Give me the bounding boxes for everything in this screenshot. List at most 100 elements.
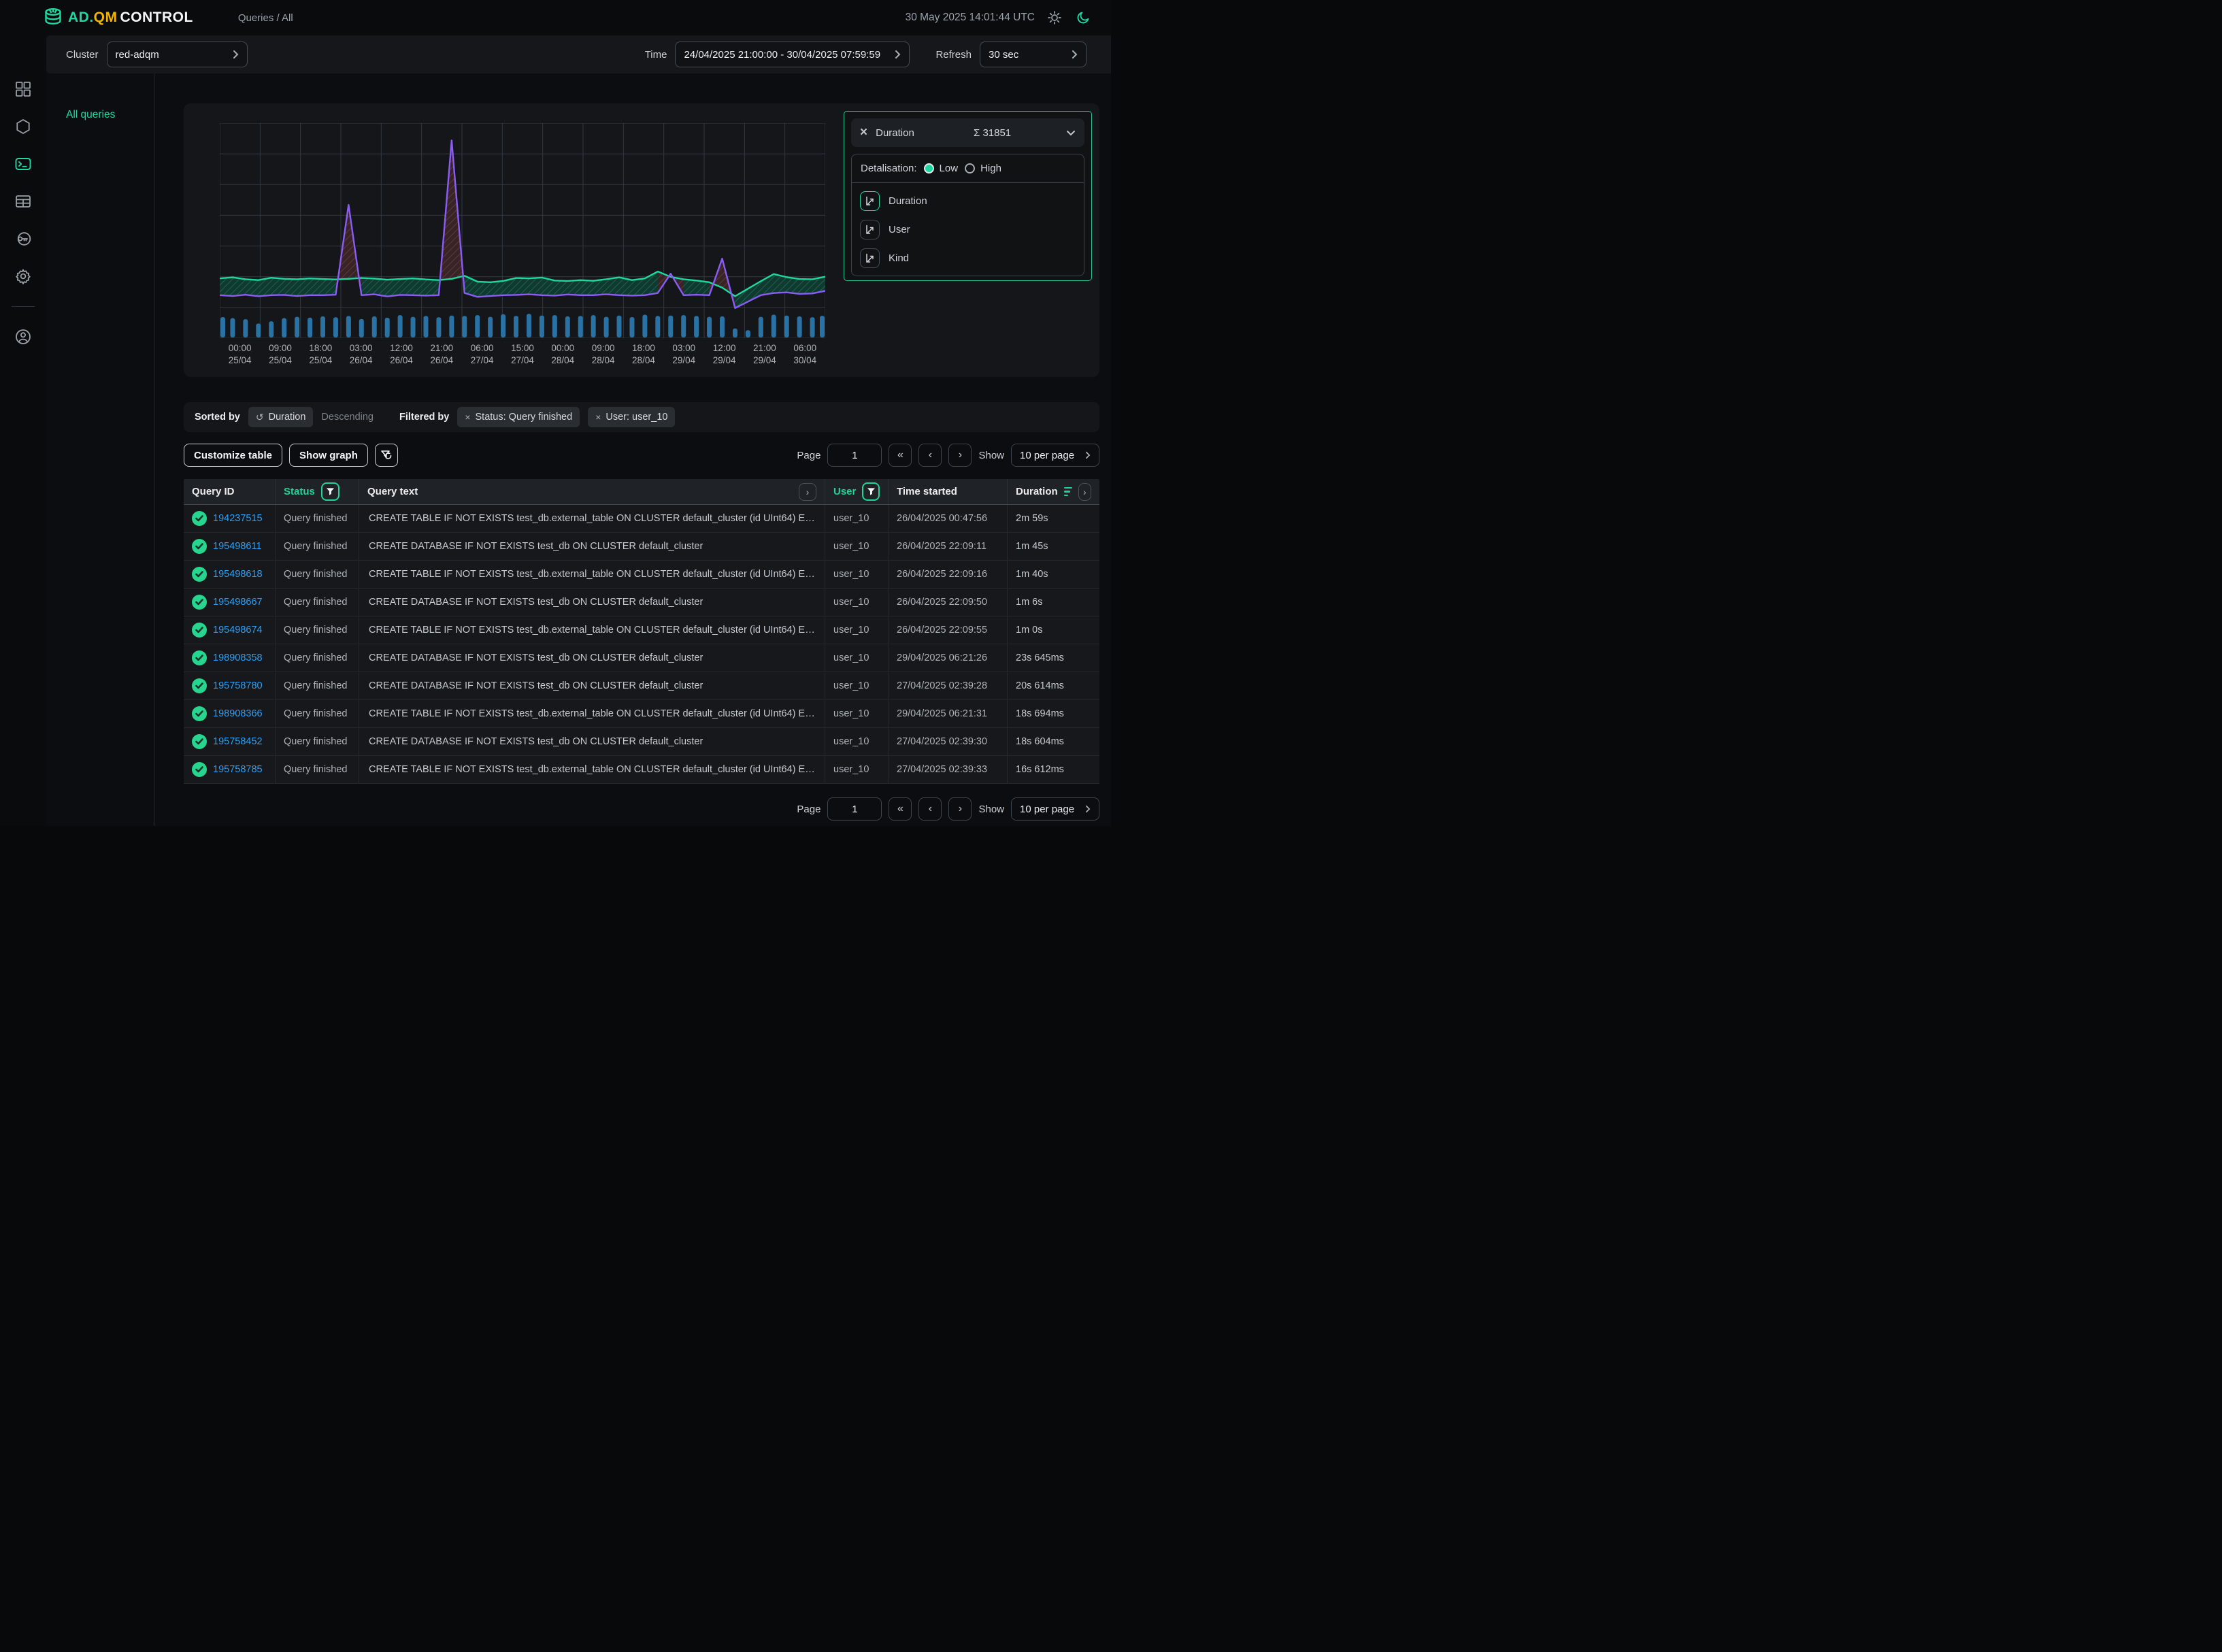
table-row: 195758785 Query finished CREATE TABLE IF…	[184, 756, 1099, 784]
col-query-text[interactable]: Query text ›	[359, 479, 825, 504]
funnel-icon	[326, 487, 335, 496]
legend-header[interactable]: × Duration Σ 31851	[851, 118, 1084, 147]
query-id-link[interactable]: 198908358	[213, 652, 263, 663]
table-row: 194237515 Query finished CREATE TABLE IF…	[184, 505, 1099, 533]
light-theme-button[interactable]	[1046, 9, 1063, 27]
refresh-select[interactable]: 30 sec	[980, 42, 1087, 67]
show-graph-button[interactable]: Show graph	[289, 444, 368, 467]
cluster-select[interactable]: red-adqm	[107, 42, 248, 67]
time-started-cell: 26/04/2025 22:09:11	[889, 533, 1008, 560]
query-id-cell: 195498611	[184, 533, 276, 560]
col-time-started[interactable]: Time started	[889, 479, 1008, 504]
query-id-link[interactable]: 195498611	[213, 541, 262, 552]
legend-metric-label: User	[889, 224, 910, 235]
query-id-link[interactable]: 195758780	[213, 680, 263, 691]
sidebar-item-queries[interactable]	[14, 155, 32, 173]
first-page-button[interactable]: «	[889, 444, 912, 467]
query-id-cell: 194237515	[184, 505, 276, 532]
detalisation-low-radio[interactable]: Low	[924, 163, 959, 174]
per-page-select[interactable]: 10 per page	[1011, 797, 1099, 821]
user-filter-button[interactable]	[862, 482, 880, 501]
query-text-cell: CREATE TABLE IF NOT EXISTS test_db.exter…	[359, 756, 825, 783]
legend-metric-name: Duration	[876, 127, 914, 139]
page-label: Page	[797, 804, 820, 815]
user-cell: user_10	[825, 644, 889, 672]
query-id-link[interactable]: 195758452	[213, 736, 263, 747]
filter-chip-user[interactable]: × User: user_10	[588, 407, 675, 427]
trend-chart-icon	[860, 191, 880, 211]
x-axis-label: 21:0026/04	[422, 343, 462, 365]
sidebar-item-profile[interactable]	[14, 328, 32, 346]
user-cell: user_10	[825, 700, 889, 727]
sort-chip-duration[interactable]: ↺ Duration	[248, 407, 314, 427]
table-row: 195498611 Query finished CREATE DATABASE…	[184, 533, 1099, 561]
x-axis-label: 00:0025/04	[220, 343, 260, 365]
status-cell: Query finished	[276, 589, 359, 616]
chevron-right-icon	[1085, 451, 1091, 459]
legend-metric-item[interactable]: Kind	[852, 244, 1084, 272]
sidebar-item-dashboard[interactable]	[14, 80, 32, 98]
query-id-link[interactable]: 195498618	[213, 569, 263, 580]
col-status[interactable]: Status	[276, 479, 359, 504]
sort-filter-bar: Sorted by ↺ Duration Descending Filtered…	[184, 402, 1099, 432]
sort-descending-icon[interactable]	[1064, 487, 1072, 497]
status-cell: Query finished	[276, 505, 359, 532]
sidebar-item-cluster[interactable]	[14, 118, 32, 135]
customize-table-button[interactable]: Customize table	[184, 444, 282, 467]
app-logo[interactable]: AD.QMCONTROL	[44, 7, 193, 28]
query-text-cell: CREATE TABLE IF NOT EXISTS test_db.exter…	[359, 616, 825, 644]
expand-column-button[interactable]: ›	[799, 483, 816, 501]
sidebar-divider	[12, 306, 35, 307]
first-page-button[interactable]: «	[889, 797, 912, 821]
refresh-label: Refresh	[935, 49, 972, 61]
duration-cell: 18s 604ms	[1008, 728, 1099, 755]
nav-item-all-queries[interactable]: All queries	[66, 109, 115, 121]
per-page-select[interactable]: 10 per page	[1011, 444, 1099, 467]
query-id-link[interactable]: 198908366	[213, 708, 263, 719]
page-number-input[interactable]	[827, 444, 882, 467]
status-cell: Query finished	[276, 728, 359, 755]
query-id-link[interactable]: 195498667	[213, 597, 263, 608]
query-id-link[interactable]: 195758785	[213, 764, 263, 775]
query-chart[interactable]	[220, 123, 825, 338]
filter-chip-status[interactable]: × Status: Query finished	[457, 407, 580, 427]
query-id-link[interactable]: 195498674	[213, 625, 263, 635]
close-icon[interactable]: ×	[860, 125, 870, 140]
time-range-select[interactable]: 24/04/2025 21:00:00 - 30/04/2025 07:59:5…	[675, 42, 910, 67]
chevron-down-icon[interactable]	[1066, 128, 1076, 138]
sidebar-item-access-keys[interactable]	[14, 230, 32, 248]
next-page-button[interactable]: ›	[948, 444, 972, 467]
app-root: AD.QMCONTROL Queries / All 30 May 2025 1…	[0, 0, 1111, 826]
detalisation-high-radio[interactable]: High	[965, 163, 1001, 174]
legend-metric-item[interactable]: User	[852, 215, 1084, 244]
prev-page-button[interactable]: ‹	[918, 797, 942, 821]
query-id-cell: 195498667	[184, 589, 276, 616]
query-id-link[interactable]: 194237515	[213, 513, 263, 524]
user-cell: user_10	[825, 589, 889, 616]
x-axis-label: 12:0029/04	[704, 343, 744, 365]
moon-icon	[1076, 10, 1091, 25]
reset-filters-button[interactable]	[375, 444, 398, 467]
page-number-input[interactable]	[827, 797, 882, 821]
next-page-button[interactable]: ›	[948, 797, 972, 821]
chevron-right-icon	[233, 50, 239, 59]
expand-column-button[interactable]: ›	[1078, 483, 1091, 501]
status-cell: Query finished	[276, 616, 359, 644]
col-duration[interactable]: Duration ›	[1008, 479, 1099, 504]
col-user[interactable]: User	[825, 479, 889, 504]
time-started-cell: 26/04/2025 00:47:56	[889, 505, 1008, 532]
col-query-id[interactable]: Query ID	[184, 479, 276, 504]
refresh-value: 30 sec	[989, 49, 1018, 61]
detalisation-row: Detalisation: Low High	[852, 154, 1084, 183]
status-filter-button[interactable]	[321, 482, 339, 501]
dashboard-icon	[14, 80, 32, 98]
breadcrumb[interactable]: Queries / All	[238, 12, 293, 24]
sidebar-item-tables[interactable]	[14, 193, 32, 210]
success-check-icon	[192, 678, 207, 693]
prev-page-button[interactable]: ‹	[918, 444, 942, 467]
sidebar-item-settings[interactable]	[14, 267, 32, 285]
legend-metric-item[interactable]: Duration	[852, 186, 1084, 215]
dark-theme-button[interactable]	[1074, 9, 1092, 27]
time-started-cell: 27/04/2025 02:39:30	[889, 728, 1008, 755]
cluster-value: red-adqm	[116, 49, 159, 61]
